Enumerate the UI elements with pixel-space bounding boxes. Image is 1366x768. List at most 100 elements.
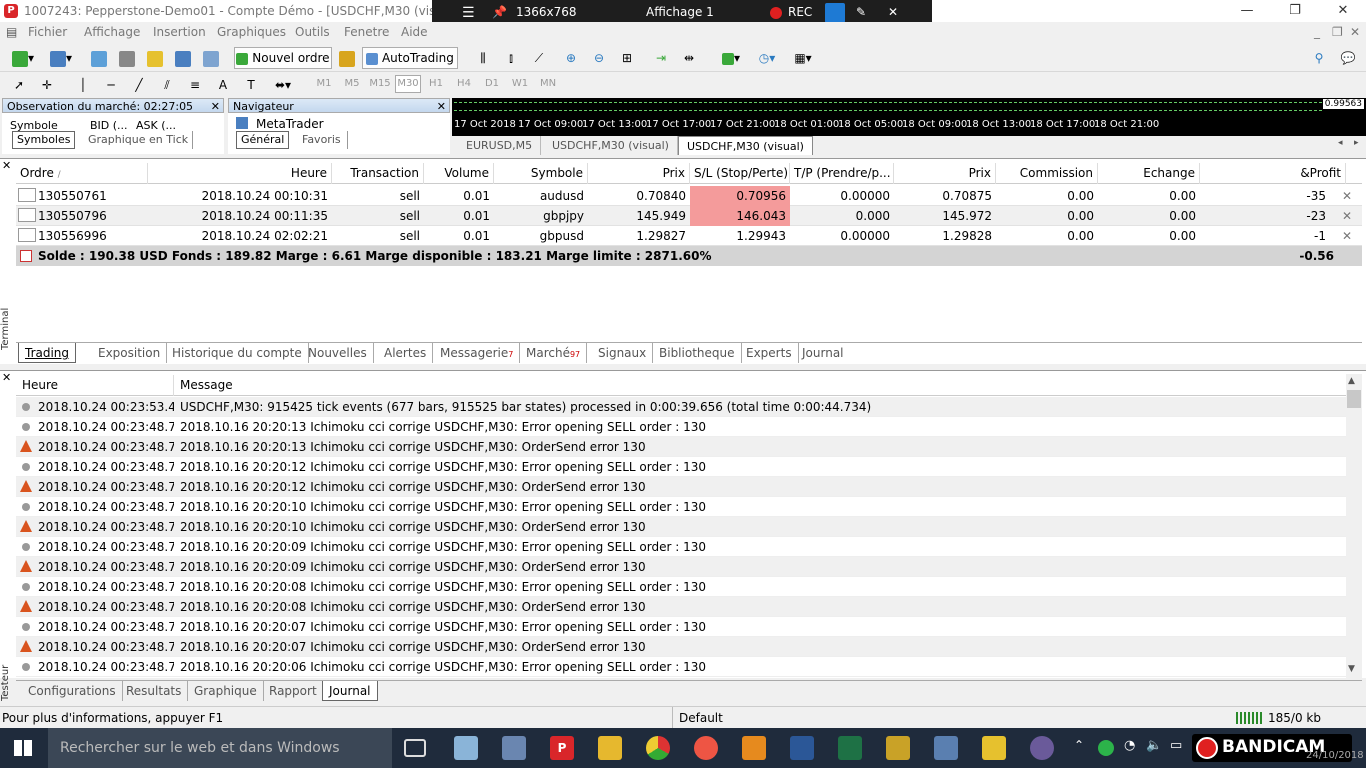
tab-messagerie[interactable]: Messagerie7: [434, 343, 521, 363]
tab-symboles[interactable]: Symboles: [12, 131, 76, 149]
tf-mn[interactable]: MN: [535, 78, 561, 89]
tester-icon[interactable]: [200, 47, 222, 69]
excel-icon[interactable]: [838, 736, 862, 760]
label-icon[interactable]: T: [240, 74, 262, 96]
tab-favoris[interactable]: Favoris: [296, 131, 348, 149]
new-order-button[interactable]: Nouvel ordre: [234, 47, 332, 69]
menu-fenetre[interactable]: Fenetre: [344, 25, 389, 39]
journal-row[interactable]: 2018.10.24 00:23:48.794 2018.10.16 20:20:…: [16, 417, 1346, 437]
tab-graphique[interactable]: Graphique: [188, 681, 264, 701]
tf-h1[interactable]: H1: [423, 78, 449, 89]
keyboard-icon[interactable]: ▭: [1170, 738, 1182, 753]
table-row[interactable]: 130550761 2018.10.24 00:10:31 sell 0.01 …: [16, 186, 1362, 206]
journal-row[interactable]: 2018.10.24 00:23:48.794 2018.10.16 20:20:…: [16, 637, 1346, 657]
vertical-line-icon[interactable]: │: [72, 74, 94, 96]
metatrader-taskbar-icon[interactable]: P: [550, 736, 574, 760]
tf-w1[interactable]: W1: [507, 78, 533, 89]
app-red-icon[interactable]: [694, 736, 718, 760]
hdr-sl[interactable]: S/L (Stop/Perte): [690, 163, 790, 184]
menu-aide[interactable]: Aide: [401, 25, 428, 39]
journal-row[interactable]: 2018.10.24 00:23:48.794 2018.10.16 20:20:…: [16, 537, 1346, 557]
tile-windows-icon[interactable]: ⊞: [616, 47, 638, 69]
menu-fichier[interactable]: Fichier: [28, 25, 67, 39]
minimize-button[interactable]: —: [1232, 2, 1262, 20]
hdr-ordre[interactable]: Ordre /: [16, 163, 148, 184]
pdf-icon[interactable]: [742, 736, 766, 760]
chart-tab-usdchf-2[interactable]: USDCHF,M30 (visual): [678, 136, 813, 155]
restore-button[interactable]: ❐: [1280, 2, 1310, 20]
journal-row[interactable]: 2018.10.24 00:23:48.794 2018.10.16 20:20:…: [16, 617, 1346, 637]
close-icon[interactable]: ✕: [2, 159, 11, 172]
terminal-icon[interactable]: [172, 47, 194, 69]
network-app-icon[interactable]: [934, 736, 958, 760]
journal-row[interactable]: 2018.10.24 00:23:48.794 2018.10.16 20:20:…: [16, 477, 1346, 497]
tab-journal-tester[interactable]: Journal: [322, 681, 378, 701]
chart-tab-eurusd[interactable]: EURUSD,M5: [458, 136, 542, 155]
scroll-up-icon[interactable]: ▲: [1348, 376, 1355, 386]
tab-exposition[interactable]: Exposition: [92, 343, 168, 363]
zoom-out-icon[interactable]: ⊖: [588, 47, 610, 69]
record-icon[interactable]: [770, 7, 782, 19]
screenshot-icon[interactable]: [825, 3, 845, 23]
hdr-volume[interactable]: Volume: [424, 163, 494, 184]
bar-chart-icon[interactable]: ⫼: [472, 47, 494, 69]
bandicam-taskbar-icon[interactable]: [1030, 736, 1054, 760]
task-view-icon[interactable]: [404, 739, 426, 757]
menu-icon[interactable]: ☰: [462, 5, 475, 21]
tab-marche[interactable]: Marché97: [520, 343, 588, 363]
chrome-icon[interactable]: [646, 736, 670, 760]
tf-m5[interactable]: M5: [339, 78, 365, 89]
close-order-icon[interactable]: ✕: [1338, 206, 1354, 226]
fibonacci-icon[interactable]: ≡: [184, 74, 206, 96]
journal-row[interactable]: 2018.10.24 00:23:48.794 2018.10.16 20:20:…: [16, 437, 1346, 457]
tf-h4[interactable]: H4: [451, 78, 477, 89]
table-row[interactable]: 130550796 2018.10.24 00:11:35 sell 0.01 …: [16, 206, 1362, 226]
pencil-icon[interactable]: ✎: [856, 5, 866, 19]
navigator-icon[interactable]: [144, 47, 166, 69]
close-icon[interactable]: ✕: [211, 99, 220, 114]
tab-bibliotheque[interactable]: Bibliotheque: [653, 343, 742, 363]
taskbar-search-input[interactable]: Rechercher sur le web et dans Windows: [48, 728, 392, 768]
autotrading-button[interactable]: AutoTrading: [362, 47, 458, 69]
app-yellow-icon[interactable]: [886, 736, 910, 760]
tab-resultats[interactable]: Resultats: [120, 681, 189, 701]
journal-row[interactable]: 2018.10.24 00:23:48.794 2018.10.16 20:20:…: [16, 517, 1346, 537]
profiles-button[interactable]: ▾: [44, 47, 78, 69]
hdr-tp[interactable]: T/P (Prendre/p...: [790, 163, 894, 184]
market-watch-icon[interactable]: [88, 47, 110, 69]
tab-experts[interactable]: Experts: [740, 343, 799, 363]
journal-row[interactable]: 2018.10.24 00:23:48.794 2018.10.16 20:20:…: [16, 657, 1346, 677]
arrows-button[interactable]: ⬌▾: [268, 74, 298, 96]
hdr-echange[interactable]: Echange: [1098, 163, 1200, 184]
status-profile[interactable]: Default: [672, 707, 723, 729]
text-icon[interactable]: A: [212, 74, 234, 96]
tab-general[interactable]: Général: [236, 131, 290, 149]
new-chart-button[interactable]: ▾: [6, 47, 40, 69]
tab-alertes[interactable]: Alertes: [378, 343, 434, 363]
volume-icon[interactable]: 🔈: [1146, 738, 1162, 753]
windows-start-icon[interactable]: [14, 740, 32, 756]
tray-chevron-icon[interactable]: ⌃: [1074, 738, 1084, 752]
tab-nouvelles[interactable]: Nouvelles: [302, 343, 374, 363]
explorer-icon[interactable]: [454, 736, 478, 760]
menu-outils[interactable]: Outils: [295, 25, 330, 39]
periods-button[interactable]: ◷▾: [752, 47, 782, 69]
trendline-icon[interactable]: ╱: [128, 74, 150, 96]
hdr-symbole[interactable]: Symbole: [494, 163, 588, 184]
tf-m15[interactable]: M15: [367, 78, 393, 89]
doc-close-button[interactable]: ✕: [1350, 25, 1360, 39]
metaeditor-icon[interactable]: [336, 47, 358, 69]
crosshair-icon[interactable]: ✛: [36, 74, 58, 96]
journal-row[interactable]: 2018.10.24 00:23:48.794 2018.10.16 20:20:…: [16, 597, 1346, 617]
hdr-message[interactable]: Message: [174, 375, 1346, 396]
close-icon[interactable]: ✕: [888, 5, 898, 19]
close-order-icon[interactable]: ✕: [1338, 226, 1354, 246]
doc-minimize-button[interactable]: _: [1314, 25, 1320, 39]
menu-affichage[interactable]: Affichage: [84, 25, 140, 39]
hdr-prix-courant[interactable]: Prix: [894, 163, 996, 184]
tab-journal[interactable]: Journal: [796, 343, 850, 363]
data-window-icon[interactable]: [116, 47, 138, 69]
hdr-heure[interactable]: Heure: [16, 375, 174, 396]
chart-shift-icon[interactable]: ⇹: [678, 47, 700, 69]
tab-trading[interactable]: Trading: [18, 343, 77, 363]
